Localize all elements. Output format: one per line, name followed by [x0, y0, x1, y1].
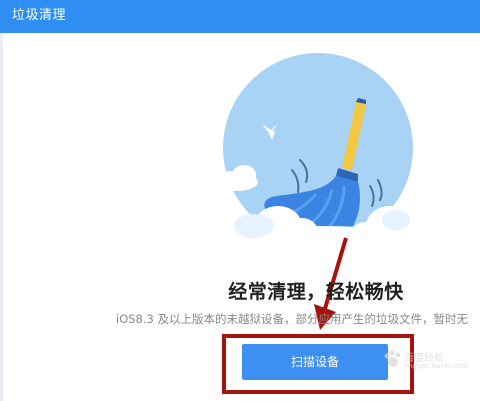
bird-icon: [262, 124, 278, 140]
window-title: 垃圾清理: [12, 8, 67, 23]
watermark-text: 百度经验: [404, 353, 444, 364]
motion-lines-icon: [291, 159, 383, 207]
headline-text: 经常清理，轻松畅快: [228, 281, 404, 303]
small-cloud-icon: [214, 165, 258, 191]
scan-device-button[interactable]: 扫描设备: [242, 344, 388, 380]
garbage-cleanup-window: 垃圾清理 经常清理，轻松畅快 iOS8.3 及以上版本的未越狱设备，部分应用产生…: [0, 0, 480, 401]
compatibility-note: iOS8.3 及以上版本的未越狱设备，部分应用产生的垃圾文件，暂时无: [116, 312, 468, 326]
watermark: 百度经验 jingyan.baidu.com: [382, 345, 472, 375]
broom-head-icon: [264, 168, 360, 240]
broom-cleaning-illustration: [198, 53, 432, 330]
cloud-bank-icon: [198, 206, 432, 254]
illustration-circle: [223, 53, 413, 243]
title-bar: 垃圾清理: [0, 0, 480, 33]
left-edge-strip: [0, 33, 3, 401]
watermark-subtext: jingyan.baidu.com: [404, 362, 469, 370]
broom-handle-icon: [342, 98, 366, 170]
scan-device-button-label: 扫描设备: [290, 355, 339, 369]
